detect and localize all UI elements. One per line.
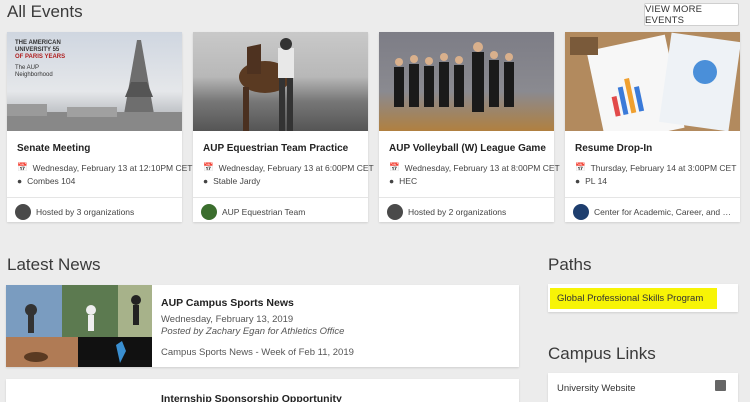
divider: [193, 197, 368, 198]
divider: [7, 197, 182, 198]
view-more-events-button[interactable]: VIEW MORE EVENTS: [644, 3, 739, 26]
calendar-icon: 📅: [389, 162, 400, 172]
calendar-icon: 📅: [575, 162, 586, 172]
calendar-icon: 📅: [17, 162, 28, 172]
section-title-news: Latest News: [7, 255, 101, 274]
event-time: Wednesday, February 13 at 8:00PM CET: [404, 162, 560, 173]
path-item[interactable]: Global Professional Skills Program: [557, 293, 703, 304]
event-image: [379, 32, 554, 131]
news-title[interactable]: Internship Sponsorship Opportunity: [161, 393, 342, 402]
event-image: [565, 32, 740, 131]
location-pin-icon: ●: [203, 176, 209, 186]
banner-line: The AUP: [15, 65, 40, 71]
event-image: THE AMERICAN UNIVERSITY 55 OF PARIS YEAR…: [7, 32, 182, 131]
banner-line: Neighborhood: [15, 72, 53, 78]
event-card[interactable]: Resume Drop-In 📅 Thursday, February 14 at…: [565, 32, 740, 222]
news-thumbnail: [6, 285, 152, 367]
location-pin-icon: ●: [389, 176, 395, 186]
links-panel: University Website: [548, 373, 738, 402]
news-item[interactable]: AUP Campus Sports News Wednesday, Februa…: [6, 285, 519, 367]
event-card[interactable]: AUP Equestrian Team Practice 📅 Wednesday,…: [193, 32, 374, 222]
location-pin-icon: ●: [575, 176, 581, 186]
event-location: PL 14: [585, 176, 608, 186]
news-byline: Posted by Zachary Egan for Athletics Off…: [161, 326, 345, 337]
location-pin-icon: ●: [17, 176, 23, 186]
equestrian-logo-icon: [201, 204, 217, 220]
section-title-events: All Events: [7, 2, 83, 21]
group-icon: [15, 204, 31, 220]
banner-line: UNIVERSITY 55: [15, 47, 60, 53]
event-location: HEC: [399, 176, 418, 186]
event-location: Stable Jardy: [213, 176, 261, 186]
event-title[interactable]: Senate Meeting: [17, 143, 90, 154]
event-host[interactable]: Hosted by 2 organizations: [408, 207, 506, 217]
event-time: Wednesday, February 13 at 12:10PM CET: [32, 162, 193, 173]
paths-panel: Global Professional Skills Program: [548, 284, 738, 312]
divider: [565, 197, 740, 198]
event-card[interactable]: AUP Volleyball (W) League Game 📅 Wednesda…: [379, 32, 560, 222]
news-item[interactable]: Internship Sponsorship Opportunity: [6, 379, 519, 402]
section-title-paths: Paths: [548, 255, 592, 274]
event-title[interactable]: AUP Volleyball (W) League Game: [389, 143, 546, 154]
event-time: Thursday, February 14 at 3:00PM CET: [590, 162, 737, 173]
banner-line: THE AMERICAN: [15, 40, 61, 46]
news-summary: Campus Sports News - Week of Feb 11, 201…: [161, 347, 354, 358]
banner-line: OF PARIS YEARS: [15, 54, 66, 60]
calendar-icon: 📅: [203, 162, 214, 172]
org-logo-icon: [573, 204, 589, 220]
divider: [379, 197, 554, 198]
event-host[interactable]: AUP Equestrian Team: [222, 207, 305, 217]
event-title[interactable]: Resume Drop-In: [575, 143, 652, 154]
group-icon: [387, 204, 403, 220]
link-university-website[interactable]: University Website: [557, 383, 636, 394]
event-card[interactable]: THE AMERICAN UNIVERSITY 55 OF PARIS YEAR…: [7, 32, 192, 222]
external-link-icon[interactable]: [715, 380, 726, 391]
event-location: Combes 104: [27, 176, 76, 186]
event-title[interactable]: AUP Equestrian Team Practice: [203, 143, 348, 154]
event-time: Wednesday, February 13 at 6:00PM CET: [218, 162, 374, 173]
news-title[interactable]: AUP Campus Sports News: [161, 297, 294, 309]
event-host[interactable]: Hosted by 3 organizations: [36, 207, 134, 217]
event-host[interactable]: Center for Academic, Career, and Ex...: [594, 207, 735, 217]
event-image: [193, 32, 368, 131]
news-date: Wednesday, February 13, 2019: [161, 314, 294, 325]
section-title-campus-links: Campus Links: [548, 344, 656, 363]
